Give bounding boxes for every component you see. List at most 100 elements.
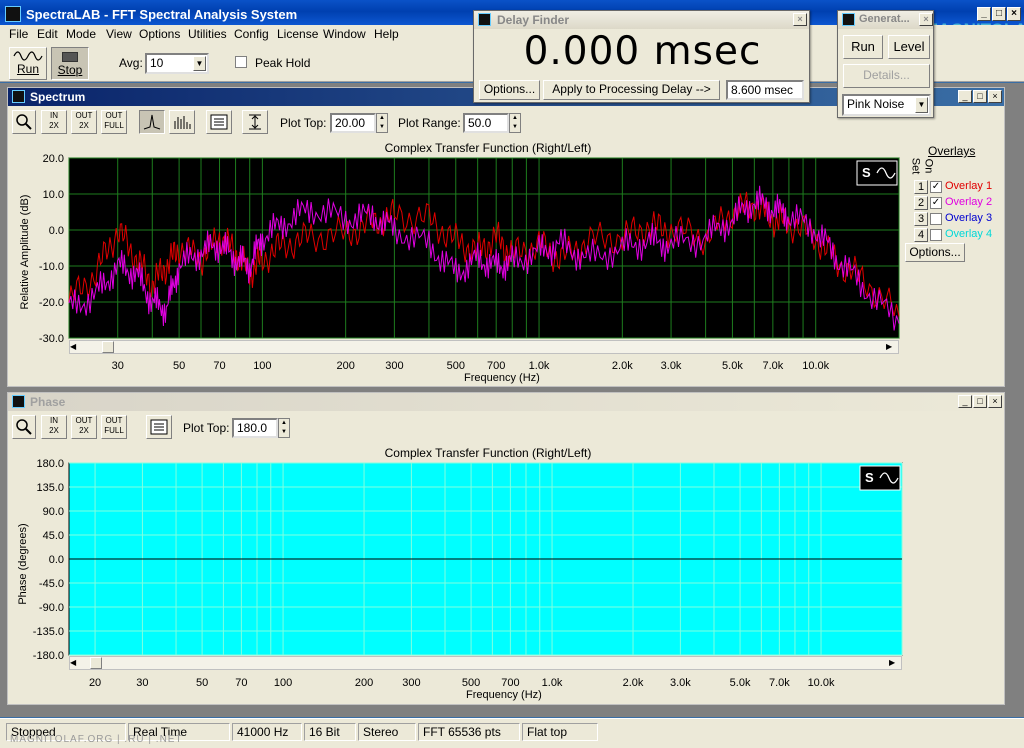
- overlay-checkbox-2[interactable]: ✓: [930, 197, 942, 209]
- menu-config[interactable]: Config: [234, 27, 269, 41]
- generator-close-icon[interactable]: ×: [919, 13, 933, 26]
- x-tick-label: 200: [336, 360, 354, 372]
- x-tick-label: 30: [136, 677, 148, 689]
- overlays-options-button[interactable]: Options...: [905, 243, 965, 262]
- overlay-label-4: Overlay 4: [945, 228, 993, 240]
- phase-scroll-right-icon[interactable]: ▶: [889, 656, 901, 670]
- overlays-set-label: Set: [909, 157, 922, 175]
- overlays-on-label: On: [922, 158, 935, 174]
- menu-window[interactable]: Window: [323, 27, 366, 41]
- y-tick-label: -20.0: [39, 297, 64, 309]
- plot-area[interactable]: [68, 157, 900, 339]
- spectrum-y-axis-label: Relative Amplitude (dB): [19, 194, 31, 310]
- x-tick-label: 70: [235, 677, 247, 689]
- generator-signal-select[interactable]: Pink Noise ▼: [842, 94, 931, 116]
- minimize-icon[interactable]: _: [977, 7, 991, 21]
- phase-scroll-thumb[interactable]: [90, 657, 102, 669]
- status-fft-size: FFT 65536 pts: [418, 723, 520, 741]
- overlay-set-button-4[interactable]: 4: [914, 228, 928, 242]
- x-tick-label: 500: [447, 360, 465, 372]
- menu-utilities[interactable]: Utilities: [188, 27, 227, 41]
- svg-text:S: S: [865, 470, 874, 485]
- overlay-checkbox-3[interactable]: [930, 213, 942, 225]
- y-tick-label: 45.0: [43, 530, 64, 542]
- spectralab-app-icon[interactable]: [5, 6, 21, 22]
- spectrum-scroll-thumb[interactable]: [102, 341, 114, 353]
- phase-scrollbar[interactable]: ◀ ▶: [69, 656, 902, 670]
- overlay-label-3: Overlay 3: [945, 212, 993, 224]
- peak-hold-checkbox[interactable]: [235, 56, 247, 68]
- x-tick-label: 50: [173, 360, 185, 372]
- apply-to-processing-delay-button[interactable]: Apply to Processing Delay -->: [543, 80, 720, 100]
- chevron-down-icon[interactable]: ▼: [193, 56, 206, 71]
- y-tick-label: -135.0: [33, 626, 64, 638]
- x-tick-label: 20: [89, 677, 101, 689]
- scroll-left-icon[interactable]: ◀: [70, 340, 82, 354]
- delay-value-field[interactable]: 8.600 msec: [726, 80, 804, 100]
- plot-display-mode-icon[interactable]: S: [856, 160, 898, 186]
- y-tick-label: 90.0: [43, 506, 64, 518]
- x-tick-label: 100: [253, 360, 271, 372]
- status-window: Flat top: [522, 723, 598, 741]
- y-tick-label: 180.0: [36, 458, 64, 470]
- stop-button-label: Stop: [57, 63, 83, 77]
- phase-scroll-left-icon[interactable]: ◀: [70, 656, 82, 670]
- delay-options-button[interactable]: Options...: [479, 80, 540, 100]
- svg-text:S: S: [862, 165, 871, 180]
- stop-icon: [62, 52, 78, 62]
- y-tick-label: -90.0: [39, 602, 64, 614]
- avg-value: 10: [150, 56, 164, 70]
- x-tick-label: 500: [462, 677, 480, 689]
- y-tick-label: 0.0: [49, 554, 64, 566]
- menu-mode[interactable]: Mode: [66, 27, 96, 41]
- spectrum-scrollbar[interactable]: ◀ ▶: [69, 340, 899, 354]
- y-tick-label: 20.0: [43, 153, 64, 165]
- y-tick-label: 10.0: [43, 189, 64, 201]
- menu-license[interactable]: License: [277, 27, 318, 41]
- menu-help[interactable]: Help: [374, 27, 399, 41]
- menu-edit[interactable]: Edit: [37, 27, 58, 41]
- plot-display-mode-icon[interactable]: S: [859, 465, 901, 491]
- x-tick-label: 2.0k: [612, 360, 633, 372]
- overlay-set-button-2[interactable]: 2: [914, 196, 928, 210]
- scroll-right-icon[interactable]: ▶: [886, 340, 898, 354]
- x-tick-label: 5.0k: [730, 677, 751, 689]
- delay-finder-close-icon[interactable]: ×: [793, 13, 807, 26]
- menu-file[interactable]: File: [9, 27, 28, 41]
- phase-y-axis-label: Phase (degrees): [17, 523, 29, 605]
- generator-details-button[interactable]: Details...: [843, 64, 930, 88]
- y-tick-label: 0.0: [49, 225, 64, 237]
- generator-title: Generat...: [859, 13, 910, 25]
- status-bit-depth: 16 Bit: [304, 723, 356, 741]
- generator-icon: [842, 13, 855, 26]
- generator-chevron-down-icon[interactable]: ▼: [915, 97, 928, 113]
- app-title: SpectraLAB - FFT Spectral Analysis Syste…: [26, 7, 298, 22]
- x-tick-label: 10.0k: [808, 677, 835, 689]
- sine-wave-icon: [13, 51, 43, 61]
- avg-select[interactable]: 10 ▼: [145, 53, 209, 74]
- run-button-label: Run: [16, 62, 39, 76]
- delay-readout: 0.000 msec: [523, 29, 762, 74]
- delay-finder-title: Delay Finder: [497, 13, 570, 27]
- overlay-set-button-1[interactable]: 1: [914, 180, 928, 194]
- x-tick-label: 50: [196, 677, 208, 689]
- x-tick-label: 1.0k: [529, 360, 550, 372]
- generator-level-button[interactable]: Level: [888, 35, 930, 59]
- overlay-set-button-3[interactable]: 3: [914, 212, 928, 226]
- run-button[interactable]: Run: [9, 47, 47, 80]
- peak-hold-label: Peak Hold: [255, 56, 311, 70]
- phase-x-axis-label: Frequency (Hz): [466, 689, 542, 701]
- overlay-checkbox-4[interactable]: [930, 229, 942, 241]
- menu-options[interactable]: Options: [139, 27, 180, 41]
- menu-view[interactable]: View: [106, 27, 132, 41]
- generator-signal-value: Pink Noise: [847, 97, 905, 111]
- x-tick-label: 100: [274, 677, 292, 689]
- generator-window: Generat... × Run Level Details... Pink N…: [837, 10, 934, 118]
- stop-button[interactable]: Stop: [51, 47, 89, 80]
- overlay-checkbox-1[interactable]: ✓: [930, 181, 942, 193]
- x-tick-label: 200: [355, 677, 373, 689]
- generator-run-button[interactable]: Run: [843, 35, 883, 59]
- x-tick-label: 700: [501, 677, 519, 689]
- close-icon[interactable]: ×: [1007, 7, 1021, 21]
- maximize-icon[interactable]: □: [992, 7, 1006, 21]
